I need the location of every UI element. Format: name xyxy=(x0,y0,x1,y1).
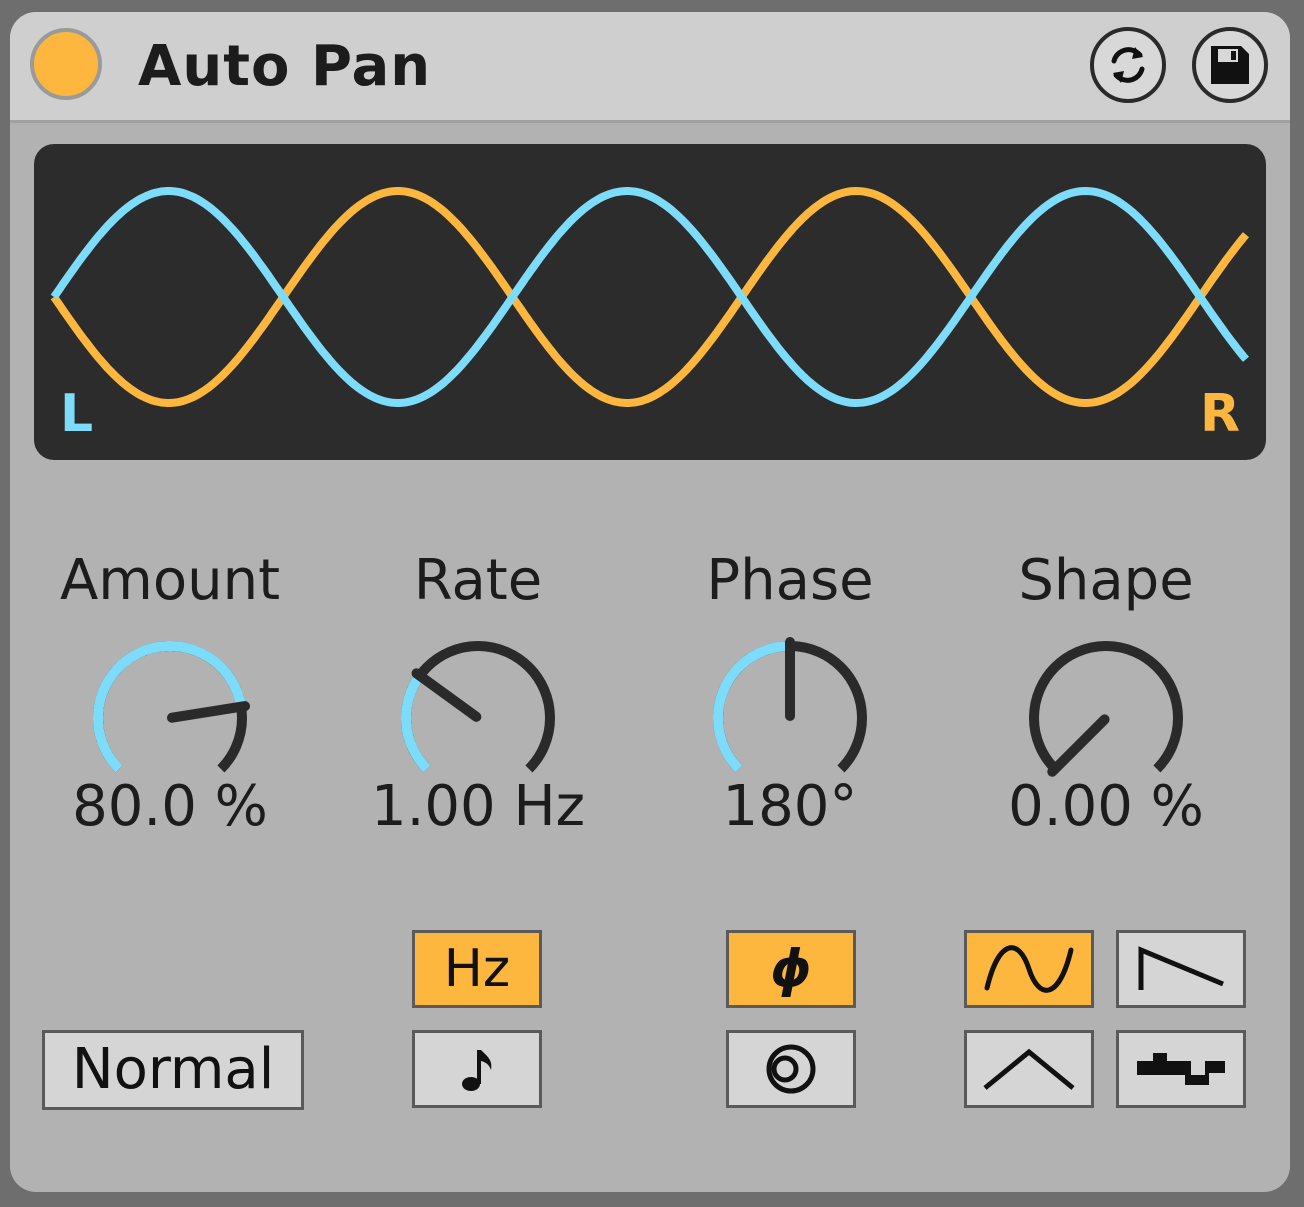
waveform-sine-button[interactable] xyxy=(964,930,1094,1008)
random-step-icon xyxy=(1137,1053,1225,1085)
knob-track xyxy=(1029,641,1183,773)
phase-label: Phase xyxy=(706,548,874,613)
eighth-note-icon xyxy=(462,1050,492,1091)
pan-mode-label: Normal xyxy=(71,1037,275,1102)
knob-needle xyxy=(1047,714,1110,777)
power-button[interactable] xyxy=(30,28,102,100)
phase-control: Phase 180° xyxy=(640,542,940,862)
shape-label: Shape xyxy=(1018,548,1194,613)
shape-control: Shape 0.00 % xyxy=(956,542,1256,862)
device-title-bar: Auto Pan xyxy=(10,12,1290,123)
right-channel-wave xyxy=(50,186,1250,408)
right-channel-label: R xyxy=(1199,384,1240,444)
knob-value-arc xyxy=(401,672,431,773)
phase-mode-label: ϕ xyxy=(770,939,812,999)
waveform-random-button[interactable] xyxy=(1116,1030,1246,1108)
waveform-triangle-button[interactable] xyxy=(964,1030,1094,1108)
left-channel-label: L xyxy=(60,384,94,444)
rate-hz-label: Hz xyxy=(443,939,511,999)
sawtooth-down-icon xyxy=(1138,946,1224,990)
rate-sync-button[interactable] xyxy=(412,1030,542,1108)
hot-swap-icon xyxy=(1111,47,1145,83)
waveform-graph xyxy=(50,186,1250,408)
left-channel-wave xyxy=(50,186,1250,408)
knob-value-arc xyxy=(713,641,791,773)
rate-hz-button[interactable]: Hz xyxy=(412,930,542,1008)
save-preset-button[interactable] xyxy=(1192,27,1268,103)
spin-mode-button[interactable] xyxy=(726,1030,856,1108)
auto-pan-device: Auto Pan L R Amount 80.0 % Rate 1.00 Hz … xyxy=(10,12,1290,1192)
lfo-waveform-display: L R xyxy=(34,144,1266,460)
sine-wave-icon xyxy=(984,945,1074,993)
waveform-sawdown-button[interactable] xyxy=(1116,930,1246,1008)
hot-swap-button[interactable] xyxy=(1090,27,1166,103)
spin-icon xyxy=(766,1044,816,1094)
phase-mode-button[interactable]: ϕ xyxy=(726,930,856,1008)
knob-track xyxy=(401,641,555,773)
device-title: Auto Pan xyxy=(138,34,432,99)
triangle-wave-icon xyxy=(983,1048,1075,1090)
amount-control: Amount 80.0 % xyxy=(20,542,320,862)
rate-label: Rate xyxy=(413,548,543,613)
knob-needle xyxy=(166,701,251,723)
save-preset-icon xyxy=(1211,46,1249,84)
pan-mode-button[interactable]: Normal xyxy=(42,1030,304,1110)
amount-label: Amount xyxy=(59,548,281,613)
knob-needle xyxy=(411,668,482,722)
rate-control: Rate 1.00 Hz xyxy=(328,542,628,862)
shape-value[interactable]: 0.00 % xyxy=(916,774,1290,839)
